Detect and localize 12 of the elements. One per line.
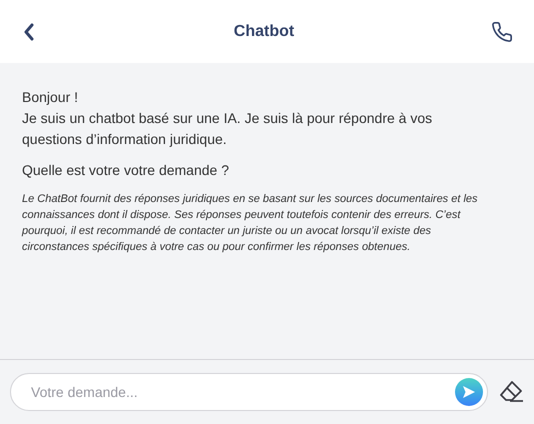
disclaimer-text: Le ChatBot fournit des réponses juridiques en se basant sur les sources documentaires et les connaissances dont il dispose. Ses réponses peuvent toutefois contenir des erreurs. C’est pourquoi, il est recommandé de contacter un juriste ou un avocat lorsqu’il existe des circonstances spécifiques à votre cas ou pour confirmer les réponses obtenues. (22, 192, 479, 255)
clear-button[interactable] (498, 379, 524, 405)
bot-message-text: Je suis un chatbot basé sur une IA. Je suis là pour répondre à vos questions d’information juridique. (22, 109, 434, 149)
header-title: Chatbot (234, 22, 294, 42)
bot-message-text: Quelle est votre votre demande ? (22, 161, 230, 180)
phone-icon (491, 20, 513, 42)
send-icon (462, 385, 476, 399)
eraser-icon (498, 380, 524, 404)
call-button[interactable] (490, 20, 514, 44)
message-input-field[interactable]: Votre demande... (10, 373, 488, 411)
bot-message-text: Bonjour ! (22, 88, 80, 107)
back-icon (23, 22, 35, 40)
